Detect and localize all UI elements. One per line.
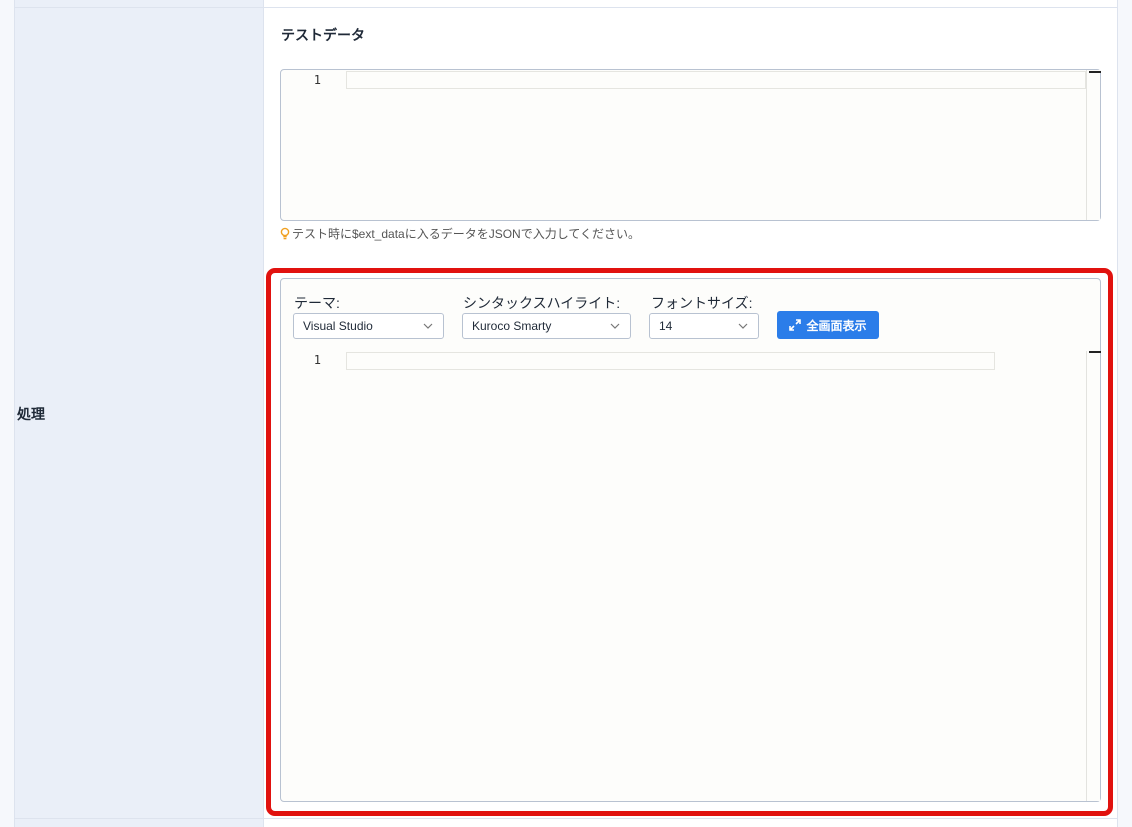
test-data-title: テストデータ xyxy=(281,27,365,43)
divider xyxy=(264,818,1117,819)
test-data-editor[interactable]: 1 xyxy=(280,69,1101,221)
highlight-frame xyxy=(266,268,1113,816)
divider xyxy=(264,7,1117,8)
line-number: 1 xyxy=(313,73,321,87)
editor-scrollbar[interactable] xyxy=(1086,70,1101,220)
test-data-hint: テスト時に$ext_dataに入るデータをJSONで入力してください。 xyxy=(280,225,640,242)
row-label-processing: 処理 xyxy=(17,406,45,422)
active-line[interactable] xyxy=(346,71,1086,89)
scrollbar-thumb[interactable] xyxy=(1089,71,1101,73)
hint-text: テスト時に$ext_dataに入るデータをJSONで入力してください。 xyxy=(292,227,640,241)
form-page: 処理 テストデータ 1 テスト時に$ext_dataに入るデータをJSONで入力… xyxy=(0,0,1132,827)
divider xyxy=(15,818,263,819)
lightbulb-icon xyxy=(280,227,290,239)
label-column xyxy=(14,0,264,827)
divider xyxy=(15,7,263,8)
